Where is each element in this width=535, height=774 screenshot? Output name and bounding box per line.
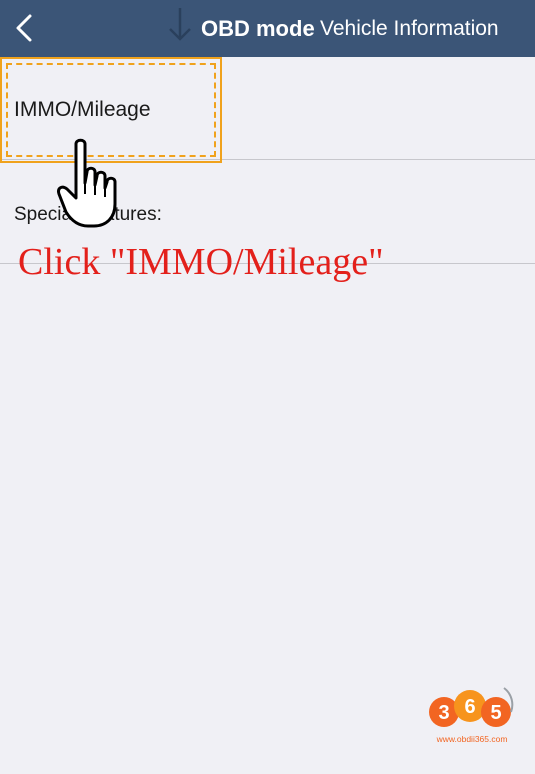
obdii365-logo: 3 6 5 www.obdii365.com [429, 687, 514, 744]
navigation-bar: OBD mode Vehicle Information [0, 0, 535, 57]
mode-label: OBD mode [201, 16, 315, 41]
watermark-url: www.obdii365.com [436, 734, 508, 744]
svg-text:6: 6 [464, 696, 475, 718]
download-arrow-icon [169, 8, 191, 41]
annotation-text: Click "IMMO/Mileage" [18, 241, 384, 283]
svg-text:5: 5 [490, 702, 501, 724]
page-title: Vehicle Information [320, 17, 499, 40]
svg-text:3: 3 [438, 702, 449, 724]
chevron-left-icon[interactable] [10, 10, 40, 46]
hand-pointer-icon [57, 138, 117, 228]
